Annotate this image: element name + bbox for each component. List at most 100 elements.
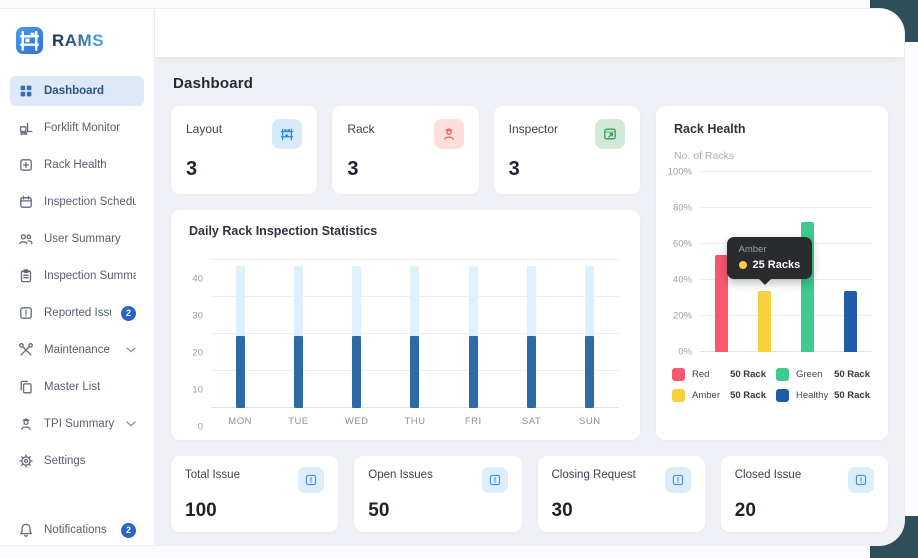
- rack-health-title: Rack Health: [674, 122, 872, 136]
- stat-card-label: Layout: [186, 119, 222, 136]
- chart-tooltip: Amber25 Racks: [727, 237, 813, 279]
- chevron-down-icon[interactable]: [126, 421, 136, 427]
- x-axis-label: SAT: [502, 416, 560, 427]
- sidebar-nav: Dashboard Forklift Monitor Rack Health Insp…: [10, 76, 144, 476]
- sidebar-item-dashboard[interactable]: Dashboard: [10, 76, 144, 106]
- sidebar-item-label: Dashboard: [44, 85, 136, 97]
- legend-item-red: Red50 Rack: [672, 368, 766, 381]
- issue-card-value: 30: [552, 501, 691, 520]
- daily-chart-title: Daily Rack Inspection Statistics: [189, 224, 622, 238]
- sidebar-item-reported-issues[interactable]: Reported Issues2: [10, 298, 144, 328]
- stat-card-label: Inspector: [509, 119, 558, 136]
- sidebar-item-settings[interactable]: Settings: [10, 446, 144, 476]
- x-axis-label: WED: [328, 416, 386, 427]
- bell-icon: [18, 522, 34, 538]
- sidebar-item-inspection-schedule[interactable]: Inspection Schedule: [10, 187, 144, 217]
- amber-bar: [758, 291, 771, 352]
- healthy-bar: [844, 291, 857, 352]
- inspection-value-bar: [294, 336, 303, 408]
- x-axis-label: MON: [211, 416, 269, 427]
- notification-count-badge: 2: [121, 306, 136, 321]
- legend-value: 50 Rack: [834, 369, 870, 380]
- legend-item-amber: Amber50 Rack: [672, 389, 766, 402]
- content-area: Dashboard Layout 3 Rack 3 Inspector 3 Daily R…: [155, 57, 904, 545]
- report-issue-icon: [665, 467, 691, 493]
- sidebar: RAMS Dashboard Forklift Monitor Rack Healt…: [0, 9, 155, 545]
- chevron-down-icon[interactable]: [126, 347, 136, 353]
- daily-chart-y-axis: 010203040: [185, 260, 211, 427]
- notification-count-badge: 2: [121, 523, 136, 538]
- issue-card-label: Closed Issue: [735, 467, 801, 481]
- bar-slot-sat: [502, 260, 560, 408]
- sidebar-item-rack-health[interactable]: Rack Health: [10, 150, 144, 180]
- issue-card-label: Closing Request: [552, 467, 636, 481]
- stat-card-value: 3: [186, 159, 302, 179]
- stat-card-label: Rack: [347, 119, 374, 136]
- bar-slot-thu: [386, 260, 444, 408]
- sidebar-item-label: TPI Summary: [44, 418, 116, 430]
- rack-chart-y-axis: 0%20%40%60%80%100%: [670, 172, 700, 352]
- inspection-value-bar: [352, 336, 361, 408]
- sidebar-item-inspection-summary[interactable]: Inspection Summary: [10, 261, 144, 291]
- sidebar-item-notifications[interactable]: Notifications 2: [10, 515, 144, 545]
- rack-chart-plot: Amber25 Racks: [700, 172, 872, 352]
- page-title: Dashboard: [173, 75, 888, 92]
- sidebar-item-maintenance[interactable]: Maintenance: [10, 335, 144, 365]
- sidebar-item-master-list[interactable]: Master List: [10, 372, 144, 402]
- stat-card-row: Layout 3 Rack 3 Inspector 3: [171, 106, 640, 194]
- stat-card-value: 3: [509, 159, 625, 179]
- y-axis-tick: 100%: [668, 167, 692, 178]
- legend-item-green: Green50 Rack: [776, 368, 870, 381]
- daily-chart-plot: [211, 260, 619, 408]
- users-icon: [18, 231, 34, 247]
- stat-card-layout: Layout 3: [171, 106, 317, 194]
- x-axis-label: FRI: [444, 416, 502, 427]
- legend-swatch: [776, 389, 789, 402]
- legend-value: 50 Rack: [730, 369, 766, 380]
- bar-slot-fri: [444, 260, 502, 408]
- app-logo: RAMS: [10, 27, 144, 54]
- report-issue-icon: [298, 467, 324, 493]
- bar-slot-healthy: [829, 172, 872, 352]
- sidebar-item-label: Rack Health: [44, 159, 136, 171]
- dashboard-icon: [18, 83, 34, 99]
- issue-card-closing-request: Closing Request 30: [538, 456, 705, 532]
- sidebar-item-label: Inspection Schedule: [44, 196, 136, 208]
- sidebar-item-label: Forklift Monitor: [44, 122, 136, 134]
- issue-card-total-issue: Total Issue 100: [171, 456, 338, 532]
- app-name: RAMS: [52, 31, 104, 51]
- rack-shelf-icon: [272, 119, 302, 149]
- daily-bars: [211, 260, 619, 408]
- tooltip-value: 25 Racks: [753, 259, 801, 271]
- sidebar-item-forklift-monitor[interactable]: Forklift Monitor: [10, 113, 144, 143]
- y-axis-tick: 0: [198, 422, 203, 433]
- legend-value: 50 Rack: [834, 390, 870, 401]
- sidebar-item-tpi-summary[interactable]: TPI Summary: [10, 409, 144, 439]
- daily-inspection-chart-card: Daily Rack Inspection Statistics 0102030…: [171, 210, 640, 440]
- inspection-value-bar: [469, 336, 478, 408]
- tooltip-series-dot: [739, 261, 747, 269]
- x-axis-label: THU: [386, 416, 444, 427]
- report-issue-icon: [848, 467, 874, 493]
- rack-health-legend: Red50 RackGreen50 RackAmber50 RackHealth…: [670, 368, 872, 402]
- sidebar-item-label: Inspection Summary: [44, 270, 136, 282]
- x-axis-label: TUE: [269, 416, 327, 427]
- sidebar-item-label: Notifications: [44, 524, 111, 536]
- bar-slot-sun: [561, 260, 619, 408]
- rams-logo-icon: [16, 27, 43, 54]
- issue-card-value: 100: [185, 501, 324, 520]
- legend-value: 50 Rack: [730, 390, 766, 401]
- calendar-arrow-icon: [595, 119, 625, 149]
- bar-slot-mon: [211, 260, 269, 408]
- y-axis-tick: 20%: [673, 311, 692, 322]
- bar-slot-tue: [269, 260, 327, 408]
- issue-card-label: Total Issue: [185, 467, 240, 481]
- inspection-value-bar: [527, 336, 536, 408]
- inspection-value-bar: [585, 336, 594, 408]
- y-axis-tick: 40: [192, 274, 203, 285]
- rack-health-ylabel: No. of Racks: [674, 150, 872, 162]
- bar-slot-wed: [328, 260, 386, 408]
- clipboard-icon: [18, 268, 34, 284]
- sidebar-item-user-summary[interactable]: User Summary: [10, 224, 144, 254]
- y-axis-tick: 30: [192, 311, 203, 322]
